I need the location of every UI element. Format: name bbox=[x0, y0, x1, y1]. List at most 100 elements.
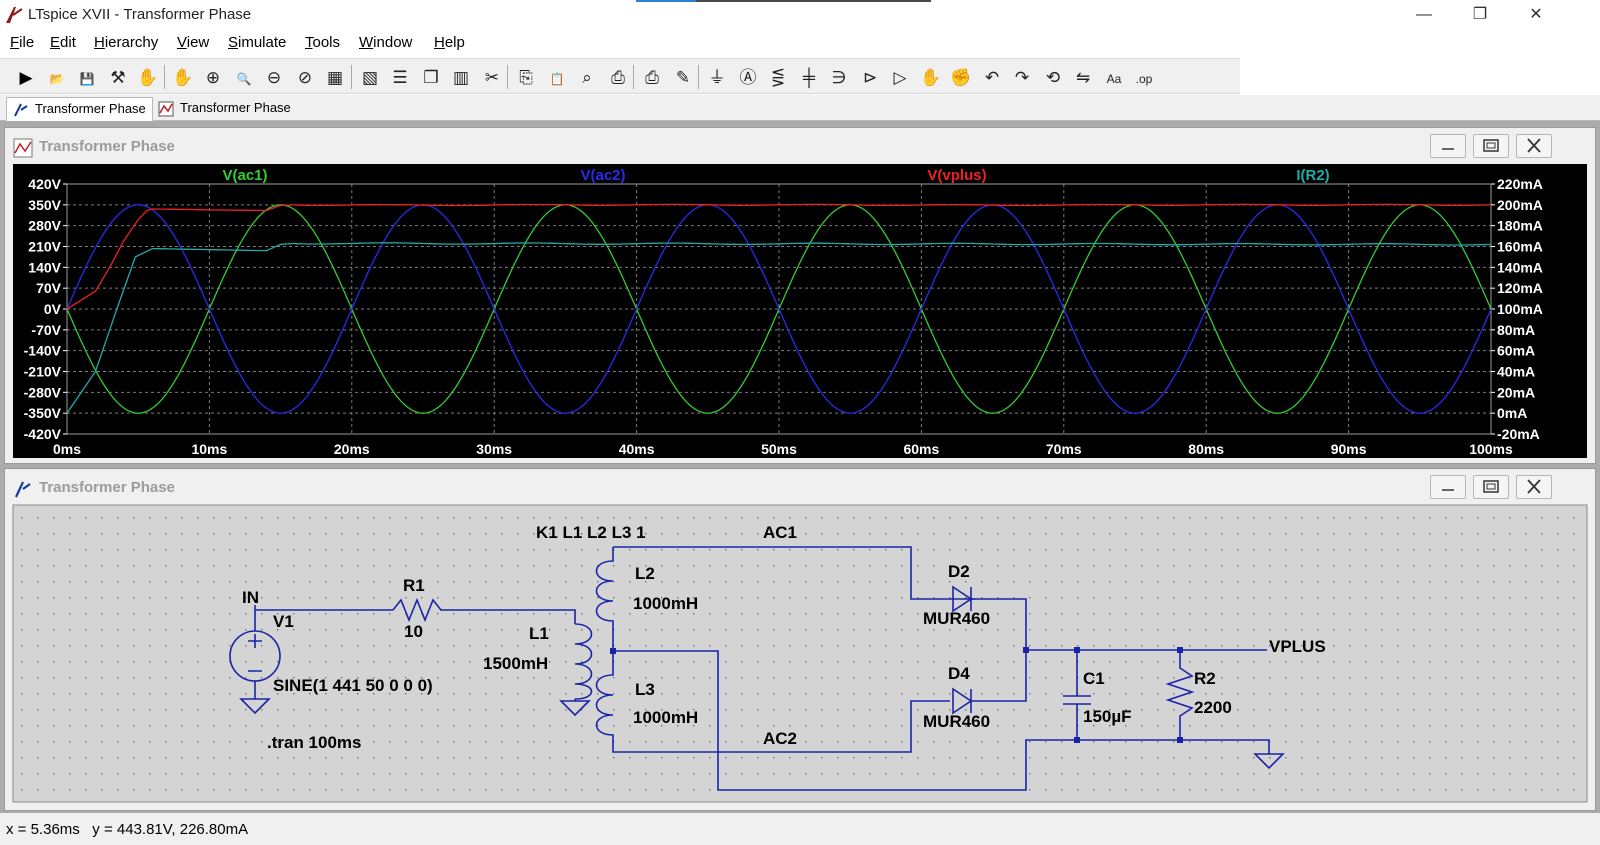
redo-button[interactable]: ↷ bbox=[1010, 65, 1034, 89]
menu-hierarchy[interactable]: Hierarchy bbox=[94, 34, 158, 51]
zoom-out-button[interactable]: ⊖ bbox=[262, 65, 286, 89]
svg-text:⊕: ⊕ bbox=[206, 68, 220, 87]
y-right-tick-label: 160mA bbox=[1497, 239, 1543, 255]
svg-text:⊳: ⊳ bbox=[862, 68, 876, 87]
copy-button[interactable]: ⎘ bbox=[514, 65, 538, 89]
resistor-button[interactable]: ⋚ bbox=[766, 65, 790, 89]
minimize-button[interactable]: — bbox=[1396, 0, 1452, 30]
x-tick-label: 100ms bbox=[1469, 441, 1513, 457]
menu-tools[interactable]: Tools bbox=[305, 34, 340, 51]
tile-vertical-button[interactable]: ▥ bbox=[449, 65, 473, 89]
restore-button[interactable]: ❐ bbox=[1452, 0, 1508, 30]
legend-v-vplus-[interactable]: V(vplus) bbox=[927, 167, 986, 184]
label-r1-value: 10 bbox=[404, 622, 423, 641]
rotate-button[interactable]: ⟲ bbox=[1041, 65, 1065, 89]
find-button[interactable]: ⌕ bbox=[575, 65, 599, 89]
paste-button[interactable]: 📋 bbox=[545, 65, 569, 89]
tab-schematic[interactable]: Transformer Phase bbox=[6, 97, 153, 121]
waveform-plot[interactable]: 420V 350V 280V 210V 140V 70V 0V -70V -140V -210V -… bbox=[5, 128, 1595, 463]
inductor-icon: ∋ bbox=[832, 68, 847, 87]
capacitor-button[interactable]: ╪ bbox=[797, 65, 821, 89]
label-r1: R1 bbox=[403, 576, 425, 595]
halt-button[interactable]: ✋ bbox=[136, 65, 160, 89]
legend-i-r2-[interactable]: I(R2) bbox=[1296, 167, 1329, 184]
label-c1-value: 150µF bbox=[1083, 707, 1132, 726]
cascade-button[interactable]: ❐ bbox=[419, 65, 443, 89]
component-button[interactable]: ▷ bbox=[888, 65, 912, 89]
view-dc-button[interactable]: ▧ bbox=[358, 65, 382, 89]
zoom-area-button[interactable]: 🔍 bbox=[232, 65, 256, 89]
label-button[interactable]: Ⓐ bbox=[736, 65, 760, 89]
close-button[interactable]: ✕ bbox=[1508, 0, 1564, 30]
label-ac2: AC2 bbox=[763, 729, 797, 748]
save-button[interactable]: 💾 bbox=[75, 65, 99, 89]
y-right-tick-label: 20mA bbox=[1497, 384, 1535, 400]
waveform-icon bbox=[158, 101, 174, 117]
menu-simulate[interactable]: Simulate bbox=[228, 34, 286, 51]
toolbar-separator bbox=[698, 65, 699, 89]
autorange-button[interactable]: ▦ bbox=[323, 65, 347, 89]
x-tick-label: 0ms bbox=[53, 441, 81, 457]
ground-icon: ⏚ bbox=[709, 68, 726, 87]
waveform-window: Transformer Phase 420V 350V 280V 210V 140V 70… bbox=[4, 127, 1596, 464]
svg-text:✋: ✋ bbox=[920, 67, 941, 87]
tab-waveform[interactable]: Transformer Phase bbox=[152, 97, 297, 121]
mirror-button[interactable]: ⇋ bbox=[1071, 65, 1095, 89]
capacitor-icon: ╪ bbox=[801, 67, 815, 89]
control-panel-icon: ⚒ bbox=[110, 68, 125, 87]
tab-schematic-label: Transformer Phase bbox=[35, 101, 146, 116]
label-d2: D2 bbox=[948, 562, 970, 581]
zoom-in-button[interactable]: ⊕ bbox=[201, 65, 225, 89]
undo-button[interactable]: ↶ bbox=[980, 65, 1004, 89]
drag-icon: ✊ bbox=[950, 68, 971, 88]
cut-button[interactable]: ✂ bbox=[480, 65, 504, 89]
tile-horizontal-button[interactable]: ☰ bbox=[388, 65, 412, 89]
spice-directive-button[interactable]: .op bbox=[1132, 65, 1156, 89]
legend-v-ac1-[interactable]: V(ac1) bbox=[222, 167, 267, 184]
text-button[interactable]: Aa bbox=[1102, 65, 1126, 89]
schematic-canvas[interactable]: IN V1 SINE(1 441 50 0 0 0) R1 10 L1 1500… bbox=[5, 469, 1595, 810]
label-l3: L3 bbox=[635, 680, 655, 699]
run-button[interactable]: ▶ bbox=[14, 65, 38, 89]
label-icon: Ⓐ bbox=[739, 68, 756, 87]
y-left-tick-label: 0V bbox=[44, 301, 62, 317]
print-button[interactable]: ⎙ bbox=[640, 65, 664, 89]
y-right-tick-label: 0mA bbox=[1497, 405, 1527, 421]
mirror-icon: ⇋ bbox=[1076, 68, 1090, 87]
wire-button[interactable]: ✎ bbox=[671, 65, 695, 89]
zoom-cancel-button[interactable]: ⊘ bbox=[293, 65, 317, 89]
ground-button[interactable]: ⏚ bbox=[705, 65, 729, 89]
move-button[interactable]: ✋ bbox=[919, 65, 943, 89]
plot-background bbox=[13, 164, 1587, 458]
print-setup-button[interactable]: ⎙ bbox=[606, 65, 630, 89]
inductor-button[interactable]: ∋ bbox=[827, 65, 851, 89]
y-left-tick-label: -420V bbox=[24, 426, 62, 442]
menu-window[interactable]: Window bbox=[359, 34, 412, 51]
svg-text:⟲: ⟲ bbox=[1045, 68, 1059, 87]
control-panel-button[interactable]: ⚒ bbox=[106, 65, 130, 89]
menu-file[interactable]: File bbox=[10, 34, 34, 51]
legend-v-ac2-[interactable]: V(ac2) bbox=[580, 167, 625, 184]
svg-text:⊘: ⊘ bbox=[297, 68, 311, 87]
diode-button[interactable]: ⊳ bbox=[858, 65, 882, 89]
open-button[interactable]: 📂 bbox=[45, 65, 69, 89]
title-focus-line bbox=[636, 0, 931, 2]
drag-button[interactable]: ✊ bbox=[949, 65, 973, 89]
pan-button[interactable]: ✋ bbox=[171, 65, 195, 89]
menu-edit[interactable]: Edit bbox=[50, 34, 76, 51]
menu-help[interactable]: Help bbox=[434, 34, 465, 51]
menu-view[interactable]: View bbox=[177, 34, 209, 51]
toolbar-separator bbox=[350, 65, 352, 89]
undo-icon: ↶ bbox=[984, 68, 998, 87]
svg-text:▦: ▦ bbox=[327, 68, 343, 87]
spice-directive-tran[interactable]: .tran 100ms bbox=[267, 733, 362, 752]
svg-text:✋: ✋ bbox=[137, 67, 158, 87]
label-ac1: AC1 bbox=[763, 523, 797, 542]
move-icon: ✋ bbox=[920, 67, 941, 87]
svg-text:⏚: ⏚ bbox=[709, 68, 726, 87]
tab-waveform-label: Transformer Phase bbox=[180, 100, 291, 115]
schematic-grid bbox=[13, 505, 1587, 802]
ltspice-logo-icon bbox=[6, 7, 23, 23]
y-left-tick-label: -210V bbox=[24, 364, 62, 380]
zoom-cancel-icon: ⊘ bbox=[297, 68, 311, 87]
